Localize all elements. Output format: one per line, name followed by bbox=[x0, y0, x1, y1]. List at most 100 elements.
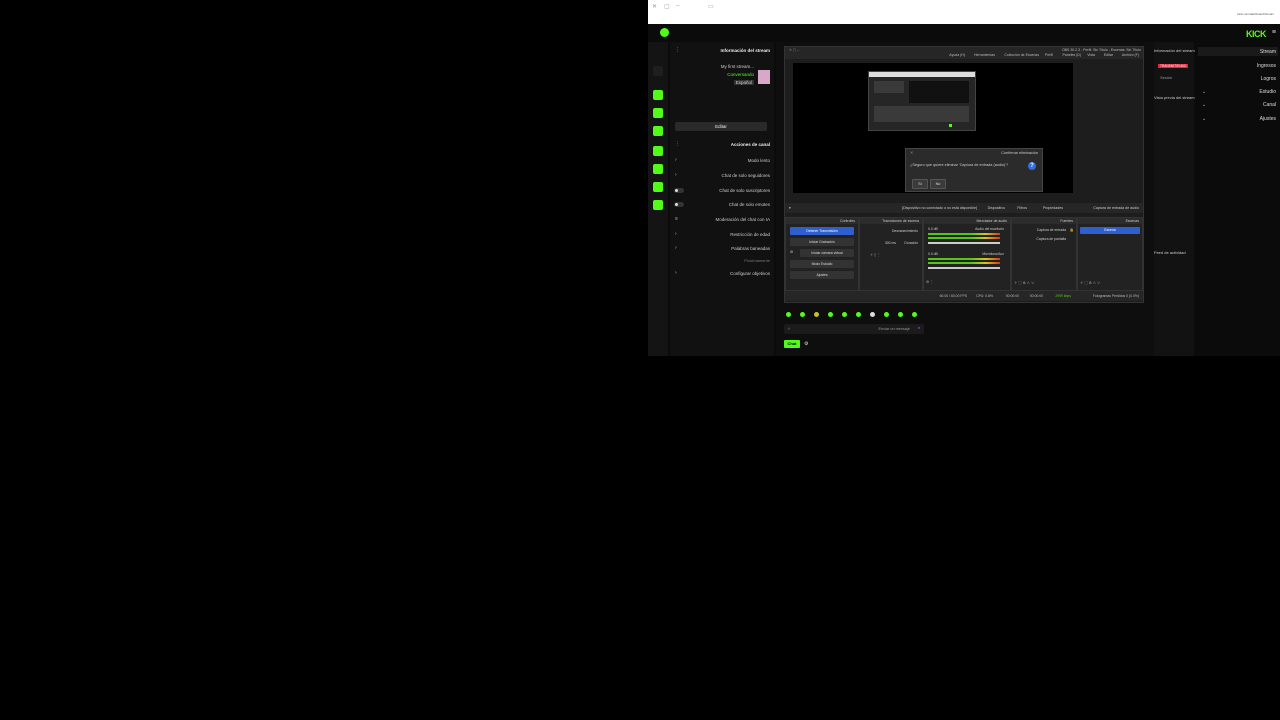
filters-button[interactable]: Filtros bbox=[1017, 206, 1027, 210]
close-icon[interactable]: ✕ bbox=[652, 3, 657, 10]
kebab-icon[interactable]: ⋮ bbox=[675, 141, 680, 147]
trash-icon[interactable] bbox=[653, 126, 663, 136]
chevron-icon[interactable]: › bbox=[675, 157, 677, 163]
emote-icon[interactable] bbox=[828, 312, 833, 317]
settings-sliders-icon[interactable]: ≡ bbox=[675, 216, 678, 222]
window-controls-icon[interactable]: ✕ ▢ – bbox=[789, 48, 799, 52]
obs-preview[interactable]: Confirmar eliminación ✕ ¿Seguro que quie… bbox=[793, 63, 1073, 193]
chevron-icon[interactable]: › bbox=[675, 172, 677, 178]
gear-icon[interactable]: ⚙ bbox=[790, 250, 793, 254]
dialog-close-icon[interactable]: ✕ bbox=[910, 150, 913, 155]
device-select[interactable]: [Dispositivo no conectado o no está disp… bbox=[902, 206, 977, 210]
volume-slider[interactable] bbox=[928, 242, 1000, 244]
dialog-yes-button[interactable]: Sí bbox=[912, 179, 928, 189]
nav-item-studio[interactable]: Estudio bbox=[1259, 89, 1276, 95]
info-icon[interactable] bbox=[653, 108, 663, 118]
settings-button[interactable]: Ajustes bbox=[790, 271, 854, 279]
activity-feed-title: Feed de actividad bbox=[1154, 250, 1186, 255]
emote-icon[interactable] bbox=[800, 312, 805, 317]
virtual-camera-button[interactable]: Iniciar cámara virtual bbox=[800, 249, 854, 257]
code-icon[interactable] bbox=[653, 164, 663, 174]
nav-item-channel[interactable]: Canal bbox=[1263, 102, 1276, 108]
duration-input[interactable]: 300 ms bbox=[885, 241, 896, 245]
transition-controls-icon[interactable]: ＋ ▯ ⋮ bbox=[870, 252, 881, 257]
transition-select[interactable]: Desvanecimiento bbox=[892, 229, 918, 233]
menu-tools[interactable]: Herramientas bbox=[974, 53, 995, 57]
url-text[interactable]: kick.com/dashboard/stream bbox=[1214, 13, 1274, 16]
scene-item[interactable]: Escena bbox=[1080, 227, 1140, 234]
menu-docks[interactable]: Paneles (D) bbox=[1063, 53, 1081, 57]
emote-icon[interactable] bbox=[856, 312, 861, 317]
source-item[interactable]: Captura de entrada bbox=[1037, 228, 1066, 232]
dialog-no-button[interactable]: No bbox=[930, 179, 946, 189]
chevron-down-icon[interactable]: ⌄ bbox=[1202, 102, 1206, 108]
emote-icon[interactable] bbox=[870, 312, 875, 317]
tab-icon[interactable]: ▭ bbox=[708, 3, 714, 10]
chevron-icon[interactable]: › bbox=[675, 245, 677, 251]
volume-slider[interactable] bbox=[928, 267, 1000, 269]
emote-icon[interactable] bbox=[842, 312, 847, 317]
kick-logo[interactable]: KICK bbox=[1246, 29, 1267, 39]
kebab-icon[interactable]: ⋮ bbox=[675, 47, 680, 53]
emote-icon[interactable] bbox=[884, 312, 889, 317]
mic-icon[interactable]: ● bbox=[918, 326, 920, 330]
avatar[interactable] bbox=[660, 28, 669, 37]
gear-icon[interactable]: ⚙ bbox=[804, 341, 808, 347]
menu-help[interactable]: Ayuda (H) bbox=[949, 53, 965, 57]
source-controls-icon[interactable]: ＋ ▢ ⚙ ∧ ∨ bbox=[1014, 280, 1034, 285]
nav-item-achievements[interactable]: Logros bbox=[1261, 76, 1276, 82]
chevron-icon[interactable]: › bbox=[675, 231, 677, 237]
studio-mode-button[interactable]: Modo Estudio bbox=[790, 260, 854, 268]
device-label: Dispositivo bbox=[987, 206, 1005, 210]
menu-scene-collection[interactable]: Colección de Escenas bbox=[1004, 53, 1039, 57]
nav-item-income[interactable]: Ingresos bbox=[1257, 63, 1276, 69]
action-banned-words: Palabras baneadas bbox=[731, 246, 770, 251]
chevron-down-icon[interactable]: ▾ bbox=[789, 206, 791, 210]
chevron-down-icon[interactable]: ⌄ bbox=[1202, 116, 1206, 122]
stop-stream-button[interactable]: Detener Transmisión bbox=[790, 227, 854, 235]
properties-button[interactable]: Propiedades bbox=[1043, 206, 1063, 210]
wrench-icon[interactable] bbox=[653, 200, 663, 210]
fps: 60.00 / 60.00 FPS bbox=[939, 294, 967, 298]
action-followers-only: Chat de solo seguidores bbox=[721, 173, 770, 178]
dot-icon[interactable] bbox=[653, 48, 663, 58]
nav-item-settings[interactable]: Ajustes bbox=[1260, 116, 1276, 122]
emote-icon[interactable] bbox=[898, 312, 903, 317]
emote-icon[interactable] bbox=[786, 312, 791, 317]
lock-icon[interactable]: 🔒 bbox=[1070, 228, 1074, 232]
obs-status-bar: Fotogramas Perdidos 0 (0.0%) 2999 kbps 0… bbox=[785, 291, 1143, 301]
stream-info-title: Información del stream bbox=[720, 48, 770, 53]
chat-icon[interactable] bbox=[653, 146, 663, 156]
mixer-settings-icon[interactable]: ⚙ ⋮ bbox=[926, 280, 933, 284]
menu-view[interactable]: Vista bbox=[1087, 53, 1095, 57]
chevron-icon[interactable]: › bbox=[675, 270, 677, 276]
emoji-icon[interactable]: ☺ bbox=[787, 327, 791, 331]
category-thumbnail bbox=[758, 70, 770, 84]
chevron-down-icon[interactable]: ⌄ bbox=[1202, 89, 1206, 95]
maximize-icon[interactable]: ▢ bbox=[664, 3, 670, 10]
hamburger-icon[interactable]: ≡ bbox=[1272, 29, 1276, 36]
dialog-question: ¿Seguro que quiere eliminar 'Captura de … bbox=[910, 163, 1009, 167]
grid-icon[interactable] bbox=[653, 182, 663, 192]
nav-item-stream[interactable]: Stream bbox=[1260, 49, 1276, 55]
close-square-icon[interactable] bbox=[653, 90, 663, 100]
pencil-icon[interactable] bbox=[653, 66, 663, 76]
minimize-icon[interactable]: – bbox=[676, 3, 679, 9]
subs-only-toggle[interactable] bbox=[674, 188, 684, 193]
menu-edit[interactable]: Editar bbox=[1104, 53, 1113, 57]
menu-file[interactable]: Archivo (F) bbox=[1122, 53, 1139, 57]
chat-send-button[interactable]: Chat bbox=[784, 340, 800, 348]
chat-input[interactable]: ☺ Enviar un mensaje ● bbox=[784, 324, 924, 334]
start-recording-button[interactable]: Iniciar Grabación bbox=[790, 238, 854, 246]
mixer-title: Mezclador de audio bbox=[976, 219, 1007, 223]
scene-controls-icon[interactable]: ＋ ▢ ⚙ ∧ ∨ bbox=[1080, 280, 1100, 285]
confirm-delete-dialog: Confirmar eliminación ✕ ¿Seguro que quie… bbox=[905, 148, 1043, 192]
menu-profile[interactable]: Perfil bbox=[1045, 53, 1053, 57]
emote-icon[interactable] bbox=[912, 312, 917, 317]
emotes-only-toggle[interactable] bbox=[674, 202, 684, 207]
stream-category[interactable]: Conversando bbox=[727, 72, 754, 77]
edit-button[interactable]: Editar bbox=[675, 122, 767, 131]
gear-icon[interactable] bbox=[653, 218, 663, 228]
source-item[interactable]: Captura de pantalla bbox=[1036, 237, 1066, 241]
emote-icon[interactable] bbox=[814, 312, 819, 317]
